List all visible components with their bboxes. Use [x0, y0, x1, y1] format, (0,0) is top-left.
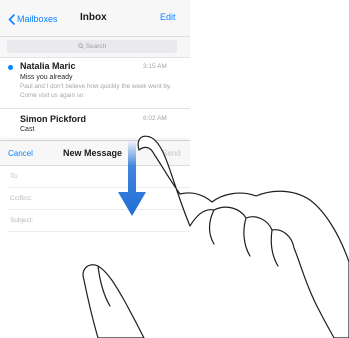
- message-time: 3:15 AM: [143, 63, 167, 70]
- search-bar: Search: [0, 37, 190, 58]
- message-row[interactable]: Simon Pickford 6:02 AM Cast: [0, 109, 190, 139]
- mailboxes-back-button[interactable]: Mailboxes: [8, 12, 58, 26]
- page-title: Inbox: [80, 12, 107, 23]
- compose-sheet: Cancel New Message Send To: Cc/Bcc: Subj…: [0, 140, 190, 338]
- iphone-screen: Mailboxes Inbox Edit Search Natalia Mari…: [0, 0, 190, 338]
- mailboxes-back-label: Mailboxes: [17, 14, 58, 24]
- chevron-left-icon: [8, 13, 15, 25]
- to-label: To:: [10, 173, 19, 180]
- swipe-down-arrow-icon: [118, 140, 146, 216]
- to-field[interactable]: To:: [8, 167, 190, 188]
- message-body-field[interactable]: [8, 233, 186, 333]
- message-preview: Paul and I don't believe how quickly the…: [20, 83, 172, 99]
- illustration: Mailboxes Inbox Edit Search Natalia Mari…: [0, 0, 349, 338]
- subject-label: Subject:: [10, 217, 34, 224]
- message-subject: Miss you already: [20, 74, 73, 81]
- message-sender: Simon Pickford: [20, 114, 87, 124]
- cc-bcc-field[interactable]: Cc/Bcc:: [8, 189, 190, 210]
- cc-bcc-label: Cc/Bcc:: [10, 195, 33, 202]
- compose-header: Cancel New Message Send: [0, 141, 190, 166]
- subject-field[interactable]: Subject:: [8, 211, 190, 232]
- send-button[interactable]: Send: [162, 149, 181, 158]
- message-subject: Cast: [20, 126, 35, 133]
- cancel-button[interactable]: Cancel: [8, 149, 33, 158]
- message-row[interactable]: Natalia Maric 3:15 AM Miss you already P…: [0, 58, 190, 109]
- message-sender: Natalia Maric: [20, 61, 76, 71]
- edit-button[interactable]: Edit: [160, 12, 176, 22]
- navigation-bar: Mailboxes Inbox Edit: [0, 0, 190, 37]
- search-placeholder: Search: [85, 43, 107, 50]
- unread-dot-icon: [8, 65, 13, 70]
- search-input[interactable]: Search: [7, 40, 177, 53]
- message-time: 6:02 AM: [143, 115, 167, 122]
- magnifier-icon: [77, 43, 84, 50]
